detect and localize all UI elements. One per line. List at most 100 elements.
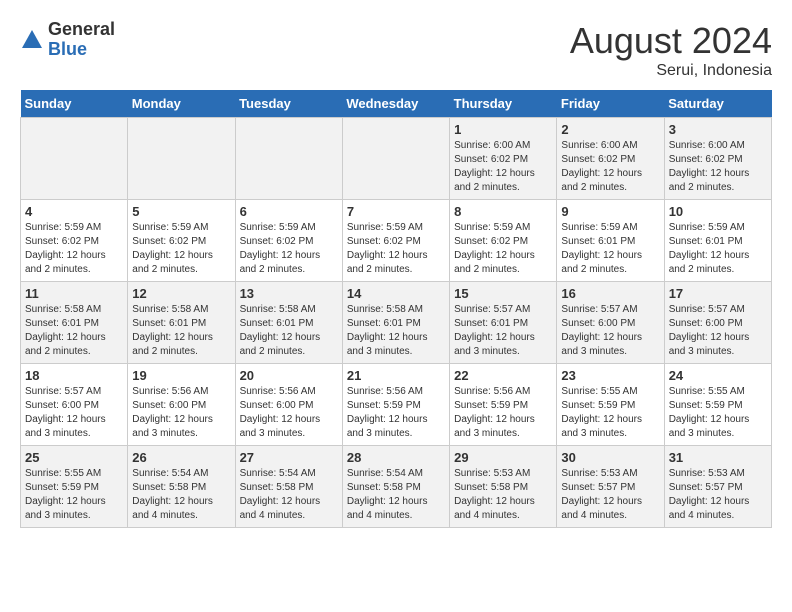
day-info: Sunrise: 5:54 AMSunset: 5:58 PMDaylight:… — [240, 467, 338, 523]
title-block: August 2024 Serui, Indonesia — [570, 20, 772, 80]
day-info: Sunrise: 5:53 AMSunset: 5:57 PMDaylight:… — [669, 467, 767, 523]
day-number: 7 — [347, 204, 445, 219]
day-info: Sunrise: 5:53 AMSunset: 5:58 PMDaylight:… — [454, 467, 552, 523]
calendar-cell: 31 Sunrise: 5:53 AMSunset: 5:57 PMDayligh… — [664, 446, 771, 528]
calendar-cell: 21 Sunrise: 5:56 AMSunset: 5:59 PMDayligh… — [342, 364, 449, 446]
header-monday: Monday — [128, 90, 235, 118]
calendar-cell: 2Sunrise: 6:00 AMSunset: 6:02 PMDaylight… — [557, 118, 664, 200]
day-info: Sunrise: 5:57 AMSunset: 6:00 PMDaylight:… — [669, 303, 767, 359]
calendar-cell: 4Sunrise: 5:59 AMSunset: 6:02 PMDaylight… — [21, 200, 128, 282]
day-info: Sunrise: 5:57 AMSunset: 6:00 PMDaylight:… — [561, 303, 659, 359]
day-number: 6 — [240, 204, 338, 219]
calendar-cell: 13 Sunrise: 5:58 AMSunset: 6:01 PMDayligh… — [235, 282, 342, 364]
calendar-cell: 24 Sunrise: 5:55 AMSunset: 5:59 PMDayligh… — [664, 364, 771, 446]
day-number: 24 — [669, 368, 767, 383]
header-saturday: Saturday — [664, 90, 771, 118]
day-number: 19 — [132, 368, 230, 383]
day-info: Sunrise: 6:00 AMSunset: 6:02 PMDaylight:… — [561, 139, 659, 195]
calendar-cell: 10Sunrise: 5:59 AMSunset: 6:01 PMDayligh… — [664, 200, 771, 282]
calendar-cell: 14 Sunrise: 5:58 AMSunset: 6:01 PMDayligh… — [342, 282, 449, 364]
day-number: 8 — [454, 204, 552, 219]
day-number: 25 — [25, 450, 123, 465]
day-info: Sunrise: 5:56 AMSunset: 5:59 PMDaylight:… — [347, 385, 445, 441]
day-number: 27 — [240, 450, 338, 465]
calendar-cell: 12 Sunrise: 5:58 AMSunset: 6:01 PMDayligh… — [128, 282, 235, 364]
calendar-cell: 3 Sunrise: 6:00 AMSunset: 6:02 PMDaylight… — [664, 118, 771, 200]
calendar-table: SundayMondayTuesdayWednesdayThursdayFrid… — [20, 90, 772, 528]
calendar-cell: 28Sunrise: 5:54 AMSunset: 5:58 PMDayligh… — [342, 446, 449, 528]
logo-general-text: General — [48, 20, 115, 40]
calendar-cell: 7Sunrise: 5:59 AMSunset: 6:02 PMDaylight… — [342, 200, 449, 282]
day-info: Sunrise: 6:00 AMSunset: 6:02 PMDaylight:… — [669, 139, 767, 195]
calendar-cell: 15Sunrise: 5:57 AMSunset: 6:01 PMDayligh… — [450, 282, 557, 364]
calendar-cell: 16Sunrise: 5:57 AMSunset: 6:00 PMDayligh… — [557, 282, 664, 364]
day-number: 12 — [132, 286, 230, 301]
day-info: Sunrise: 5:55 AMSunset: 5:59 PMDaylight:… — [25, 467, 123, 523]
calendar-cell — [21, 118, 128, 200]
calendar-week-4: 18 Sunrise: 5:57 AMSunset: 6:00 PMDayligh… — [21, 364, 772, 446]
day-info: Sunrise: 5:59 AMSunset: 6:02 PMDaylight:… — [454, 221, 552, 277]
calendar-cell: 11 Sunrise: 5:58 AMSunset: 6:01 PMDayligh… — [21, 282, 128, 364]
day-number: 23 — [561, 368, 659, 383]
day-number: 29 — [454, 450, 552, 465]
calendar-cell: 1 Sunrise: 6:00 AMSunset: 6:02 PMDaylight… — [450, 118, 557, 200]
calendar-cell: 29 Sunrise: 5:53 AMSunset: 5:58 PMDayligh… — [450, 446, 557, 528]
day-info: Sunrise: 5:58 AMSunset: 6:01 PMDaylight:… — [25, 303, 123, 359]
calendar-cell: 17Sunrise: 5:57 AMSunset: 6:00 PMDayligh… — [664, 282, 771, 364]
calendar-body: 1 Sunrise: 6:00 AMSunset: 6:02 PMDaylight… — [21, 118, 772, 528]
day-number: 20 — [240, 368, 338, 383]
day-info: Sunrise: 5:59 AMSunset: 6:02 PMDaylight:… — [25, 221, 123, 277]
day-number: 14 — [347, 286, 445, 301]
day-info: Sunrise: 5:59 AMSunset: 6:02 PMDaylight:… — [132, 221, 230, 277]
day-number: 9 — [561, 204, 659, 219]
calendar-cell: 6 Sunrise: 5:59 AMSunset: 6:02 PMDaylight… — [235, 200, 342, 282]
calendar-week-1: 1 Sunrise: 6:00 AMSunset: 6:02 PMDaylight… — [21, 118, 772, 200]
calendar-header: SundayMondayTuesdayWednesdayThursdayFrid… — [21, 90, 772, 118]
location-subtitle: Serui, Indonesia — [570, 62, 772, 80]
day-number: 18 — [25, 368, 123, 383]
day-number: 10 — [669, 204, 767, 219]
day-info: Sunrise: 5:55 AMSunset: 5:59 PMDaylight:… — [561, 385, 659, 441]
calendar-cell: 9 Sunrise: 5:59 AMSunset: 6:01 PMDaylight… — [557, 200, 664, 282]
day-info: Sunrise: 5:57 AMSunset: 6:00 PMDaylight:… — [25, 385, 123, 441]
calendar-cell: 27 Sunrise: 5:54 AMSunset: 5:58 PMDayligh… — [235, 446, 342, 528]
day-info: Sunrise: 5:59 AMSunset: 6:01 PMDaylight:… — [561, 221, 659, 277]
day-number: 31 — [669, 450, 767, 465]
day-info: Sunrise: 5:58 AMSunset: 6:01 PMDaylight:… — [132, 303, 230, 359]
day-info: Sunrise: 5:54 AMSunset: 5:58 PMDaylight:… — [347, 467, 445, 523]
day-number: 26 — [132, 450, 230, 465]
day-info: Sunrise: 5:58 AMSunset: 6:01 PMDaylight:… — [347, 303, 445, 359]
calendar-cell: 23 Sunrise: 5:55 AMSunset: 5:59 PMDayligh… — [557, 364, 664, 446]
day-number: 11 — [25, 286, 123, 301]
calendar-cell: 20Sunrise: 5:56 AMSunset: 6:00 PMDayligh… — [235, 364, 342, 446]
calendar-cell: 5 Sunrise: 5:59 AMSunset: 6:02 PMDaylight… — [128, 200, 235, 282]
day-info: Sunrise: 5:56 AMSunset: 5:59 PMDaylight:… — [454, 385, 552, 441]
calendar-cell: 25 Sunrise: 5:55 AMSunset: 5:59 PMDayligh… — [21, 446, 128, 528]
calendar-cell: 26 Sunrise: 5:54 AMSunset: 5:58 PMDayligh… — [128, 446, 235, 528]
day-number: 1 — [454, 122, 552, 137]
day-info: Sunrise: 5:54 AMSunset: 5:58 PMDaylight:… — [132, 467, 230, 523]
day-number: 3 — [669, 122, 767, 137]
calendar-cell: 22 Sunrise: 5:56 AMSunset: 5:59 PMDayligh… — [450, 364, 557, 446]
day-info: Sunrise: 5:56 AMSunset: 6:00 PMDaylight:… — [132, 385, 230, 441]
day-info: Sunrise: 6:00 AMSunset: 6:02 PMDaylight:… — [454, 139, 552, 195]
day-info: Sunrise: 5:57 AMSunset: 6:01 PMDaylight:… — [454, 303, 552, 359]
calendar-cell: 18 Sunrise: 5:57 AMSunset: 6:00 PMDayligh… — [21, 364, 128, 446]
header-sunday: Sunday — [21, 90, 128, 118]
header-friday: Friday — [557, 90, 664, 118]
day-info: Sunrise: 5:58 AMSunset: 6:01 PMDaylight:… — [240, 303, 338, 359]
calendar-cell: 19 Sunrise: 5:56 AMSunset: 6:00 PMDayligh… — [128, 364, 235, 446]
day-info: Sunrise: 5:53 AMSunset: 5:57 PMDaylight:… — [561, 467, 659, 523]
calendar-week-3: 11 Sunrise: 5:58 AMSunset: 6:01 PMDayligh… — [21, 282, 772, 364]
day-number: 21 — [347, 368, 445, 383]
day-number: 5 — [132, 204, 230, 219]
calendar-cell — [128, 118, 235, 200]
calendar-cell — [342, 118, 449, 200]
day-info: Sunrise: 5:59 AMSunset: 6:02 PMDaylight:… — [240, 221, 338, 277]
calendar-cell: 8 Sunrise: 5:59 AMSunset: 6:02 PMDaylight… — [450, 200, 557, 282]
day-info: Sunrise: 5:55 AMSunset: 5:59 PMDaylight:… — [669, 385, 767, 441]
header-row: SundayMondayTuesdayWednesdayThursdayFrid… — [21, 90, 772, 118]
calendar-week-2: 4Sunrise: 5:59 AMSunset: 6:02 PMDaylight… — [21, 200, 772, 282]
day-number: 13 — [240, 286, 338, 301]
day-number: 22 — [454, 368, 552, 383]
